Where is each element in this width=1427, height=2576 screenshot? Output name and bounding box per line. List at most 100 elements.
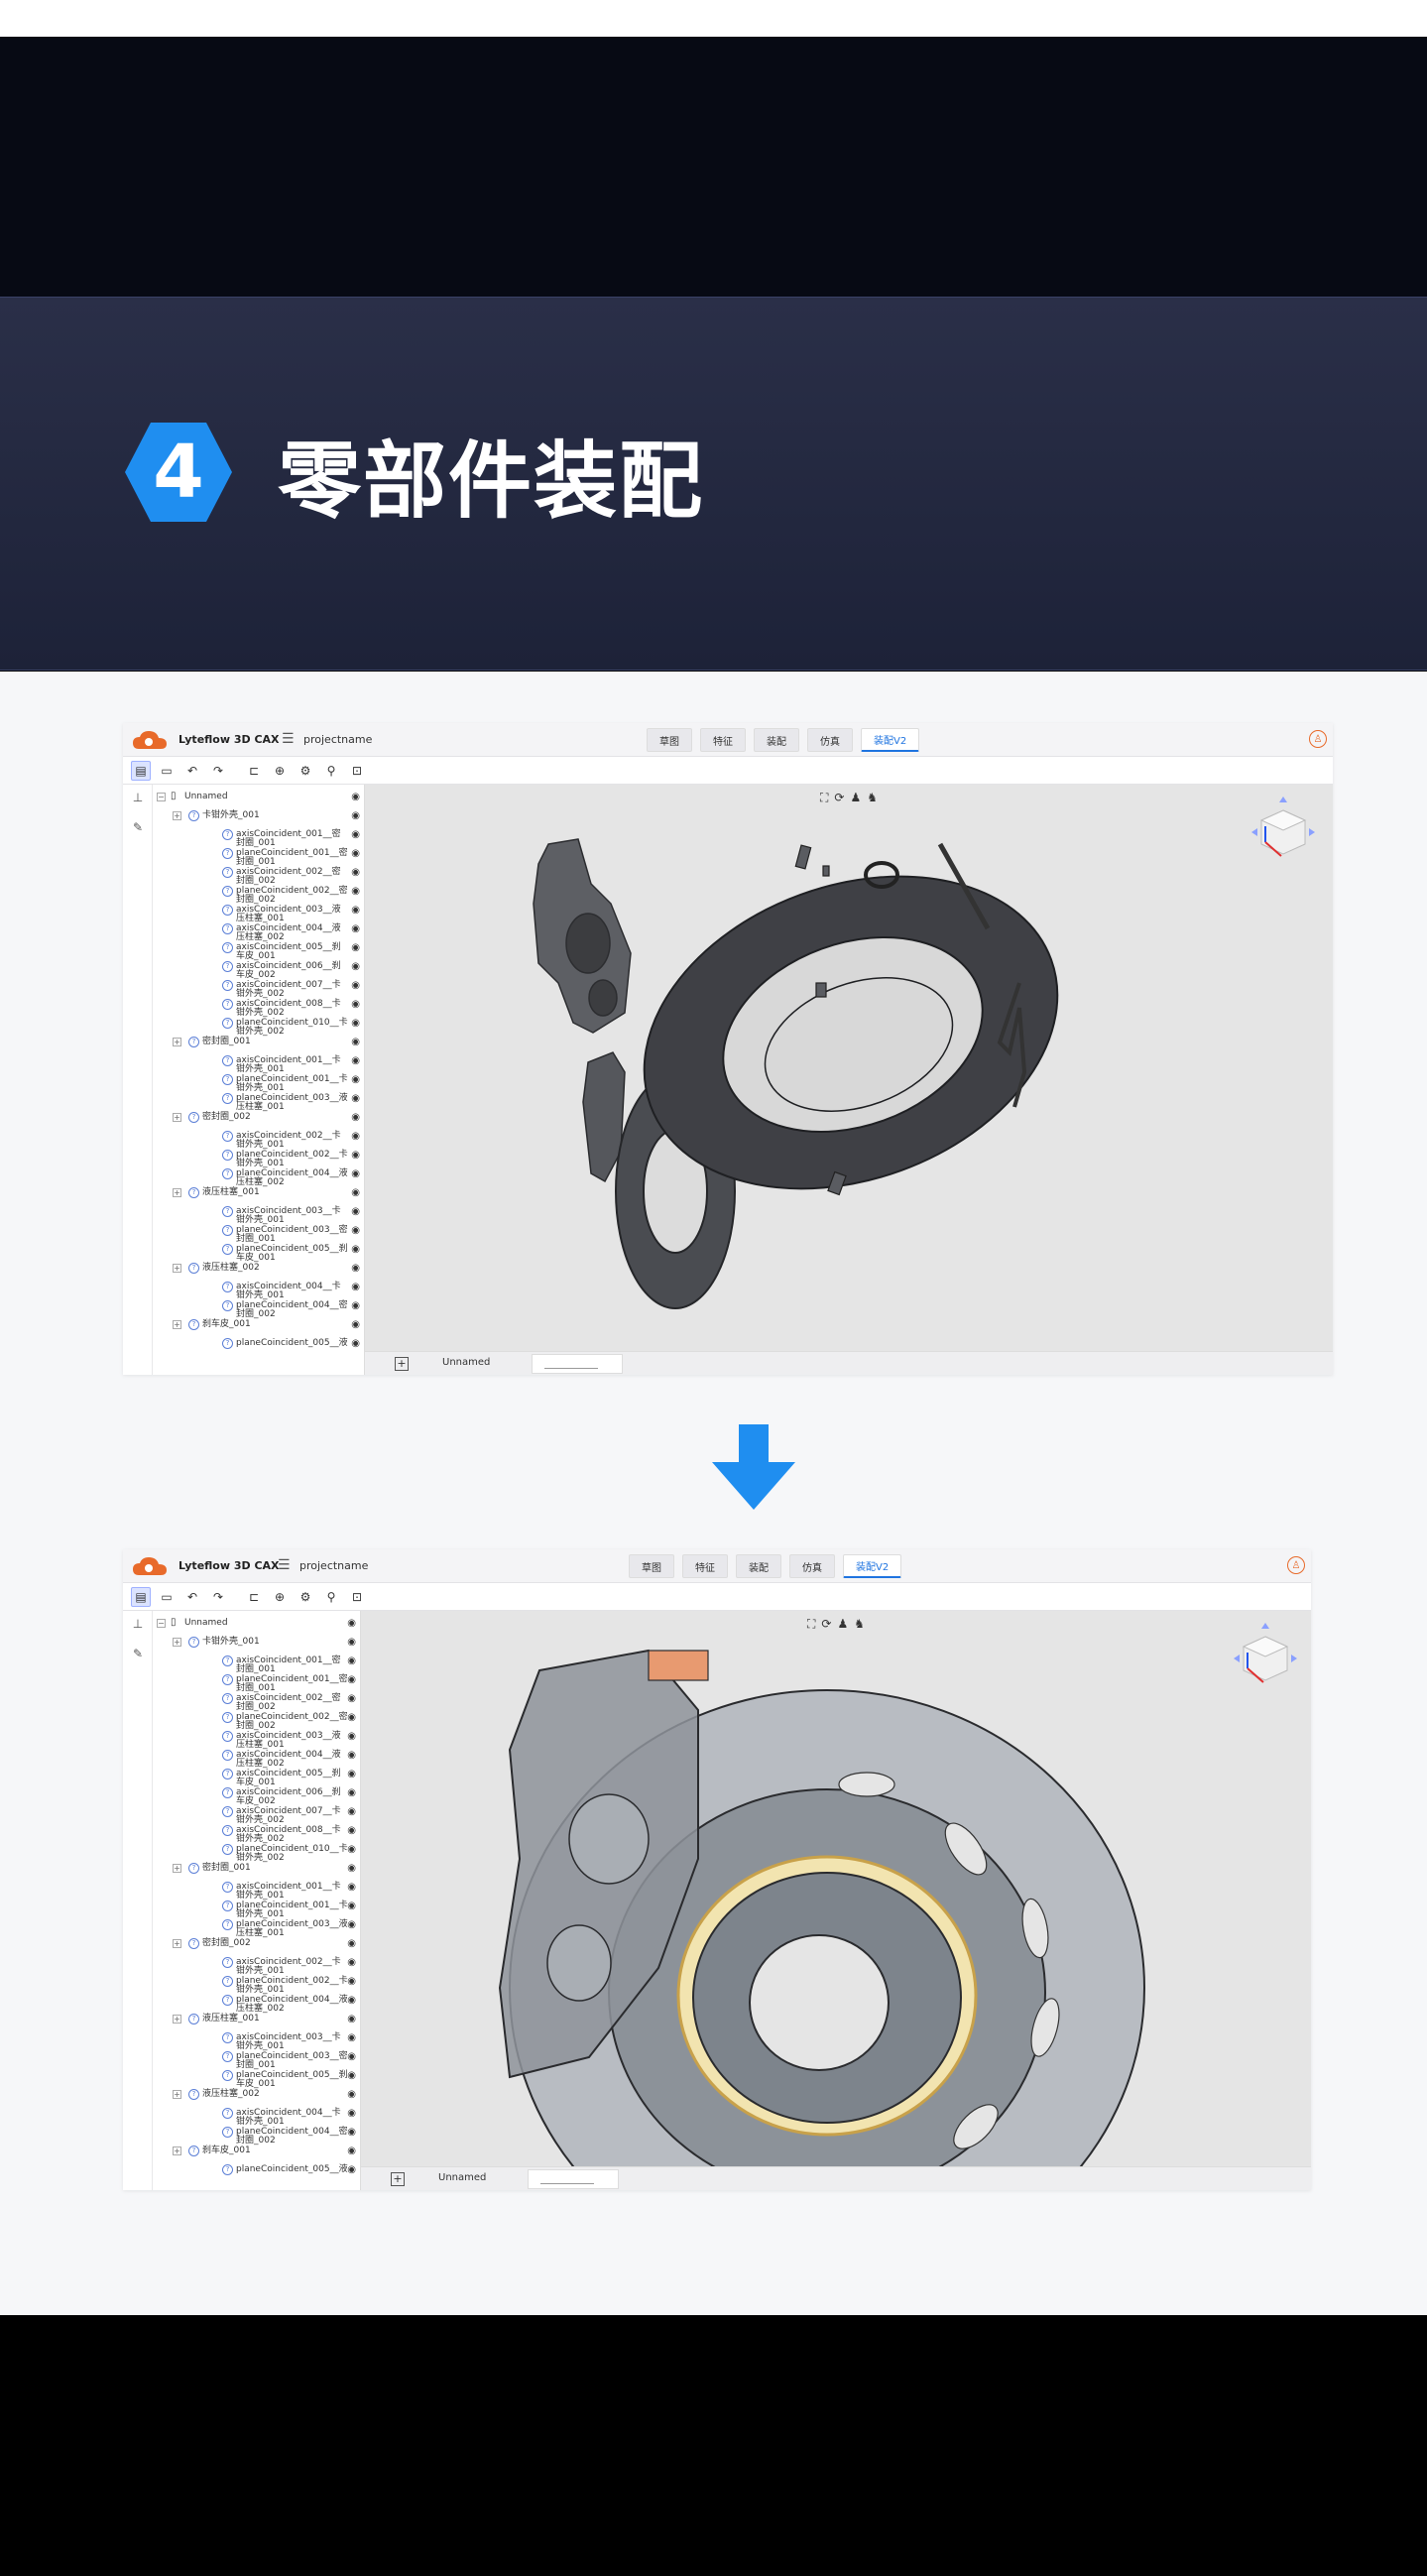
visibility-eye-icon[interactable]: ◉ xyxy=(347,1882,356,1893)
visibility-eye-icon[interactable]: ◉ xyxy=(351,1225,360,1236)
undo-icon[interactable]: ↶ xyxy=(182,1587,202,1607)
visibility-eye-icon[interactable]: ◉ xyxy=(351,829,360,840)
assembly-icon[interactable]: ⚙ xyxy=(296,1587,315,1607)
tree-constraint-row[interactable]: ? axisCoincident_004__液 压柱塞_002 ◉ xyxy=(153,1747,360,1769)
open-folder-icon[interactable]: ⊏ xyxy=(244,761,264,781)
constraint-icon[interactable]: ⚲ xyxy=(321,761,341,781)
tree-component-row[interactable]: +? 卡钳外壳_001 ◉ xyxy=(153,807,364,827)
visibility-eye-icon[interactable]: ◉ xyxy=(351,1018,360,1029)
expand-icon[interactable]: + xyxy=(173,2090,181,2099)
expand-icon[interactable]: + xyxy=(173,2015,181,2024)
visibility-eye-icon[interactable]: ◉ xyxy=(347,1618,356,1629)
expand-icon[interactable]: + xyxy=(173,811,181,820)
visibility-eye-icon[interactable]: ◉ xyxy=(351,942,360,953)
visibility-eye-icon[interactable]: ◉ xyxy=(347,1901,356,1911)
visibility-eye-icon[interactable]: ◉ xyxy=(347,1825,356,1836)
tree-constraint-row[interactable]: ? axisCoincident_003__卡 钳外壳_001 ◉ xyxy=(153,1203,364,1225)
visibility-eye-icon[interactable]: ◉ xyxy=(347,2164,356,2175)
user-avatar-icon[interactable]: ♙ xyxy=(1287,1556,1305,1574)
tree-constraint-row[interactable]: ? planeCoincident_002__卡 钳外壳_001 ◉ xyxy=(153,1147,364,1168)
tree-constraint-row[interactable]: ? axisCoincident_003__液 压柱塞_001 ◉ xyxy=(153,902,364,923)
tree-constraint-row[interactable]: ? axisCoincident_007__卡 钳外壳_002 ◉ xyxy=(153,977,364,999)
hamburger-menu-icon[interactable]: ☰ xyxy=(282,731,295,747)
new-file-icon[interactable]: ▤ xyxy=(131,1586,151,1607)
tree-constraint-row[interactable]: ? axisCoincident_002__卡 钳外壳_001 ◉ xyxy=(153,1954,360,1976)
tree-constraint-row[interactable]: ? axisCoincident_005__刹 车皮_001 ◉ xyxy=(153,1766,360,1787)
expand-icon[interactable]: + xyxy=(173,1638,181,1647)
tree-component-row[interactable]: +? 液压柱塞_001 ◉ xyxy=(153,1184,364,1204)
visibility-eye-icon[interactable]: ◉ xyxy=(351,1263,360,1274)
visibility-eye-icon[interactable]: ◉ xyxy=(351,1206,360,1217)
save-icon[interactable]: ▭ xyxy=(157,1587,177,1607)
tab-sketch[interactable]: 草图 xyxy=(629,1554,674,1578)
tree-constraint-row[interactable]: ? axisCoincident_003__液 压柱塞_001 ◉ xyxy=(153,1728,360,1750)
tab-assembly[interactable]: 装配 xyxy=(736,1554,781,1578)
tree-component-row[interactable]: +? 密封圈_002 ◉ xyxy=(153,1935,360,1955)
tree-root[interactable]: − ▯ Unnamed ◉ xyxy=(153,789,364,808)
tree-component-row[interactable]: +? 密封圈_002 ◉ xyxy=(153,1109,364,1129)
tree-constraint-row[interactable]: ? axisCoincident_004__卡 钳外壳_001 ◉ xyxy=(153,2105,360,2127)
tree-constraint-row[interactable]: ? planeCoincident_005__液 ◉ xyxy=(153,1335,364,1355)
snapshot-icon[interactable]: ⊡ xyxy=(347,761,367,781)
collapse-icon[interactable]: − xyxy=(157,793,166,801)
visibility-eye-icon[interactable]: ◉ xyxy=(347,1787,356,1798)
tab-feature[interactable]: 特征 xyxy=(700,728,746,752)
tree-constraint-row[interactable]: ? axisCoincident_004__卡 钳外壳_001 ◉ xyxy=(153,1279,364,1300)
visibility-eye-icon[interactable]: ◉ xyxy=(351,1319,360,1330)
tree-structure-icon[interactable]: ⊥ xyxy=(129,1617,147,1635)
tree-constraint-row[interactable]: ? planeCoincident_010__卡 钳外壳_002 ◉ xyxy=(153,1015,364,1037)
snapshot-icon[interactable]: ⊡ xyxy=(347,1587,367,1607)
tree-constraint-row[interactable]: ? axisCoincident_005__刹 车皮_001 ◉ xyxy=(153,939,364,961)
tree-constraint-row[interactable]: ? planeCoincident_010__卡 钳外壳_002 ◉ xyxy=(153,1841,360,1863)
visibility-eye-icon[interactable]: ◉ xyxy=(347,2014,356,2024)
visibility-eye-icon[interactable]: ◉ xyxy=(347,2070,356,2081)
tree-constraint-row[interactable]: ? axisCoincident_001__密 封圈_001 ◉ xyxy=(153,826,364,848)
insert-part-icon[interactable]: ⊕ xyxy=(270,1587,290,1607)
visibility-eye-icon[interactable]: ◉ xyxy=(347,1919,356,1930)
tree-component-row[interactable]: +? 液压柱塞_002 ◉ xyxy=(153,2086,360,2106)
tree-component-row[interactable]: +? 刹车皮_001 ◉ xyxy=(153,2143,360,2162)
visibility-eye-icon[interactable]: ◉ xyxy=(347,1674,356,1685)
tree-constraint-row[interactable]: ? planeCoincident_001__密 封圈_001 ◉ xyxy=(153,1671,360,1693)
new-file-icon[interactable]: ▤ xyxy=(131,760,151,781)
visibility-eye-icon[interactable]: ◉ xyxy=(351,961,360,972)
visibility-eye-icon[interactable]: ◉ xyxy=(347,1995,356,2006)
visibility-eye-icon[interactable]: ◉ xyxy=(347,2127,356,2138)
3d-viewport[interactable]: ⛶ ⟳ ♟ ♞ xyxy=(361,1611,1311,2166)
tree-constraint-row[interactable]: ? planeCoincident_001__卡 钳外壳_001 ◉ xyxy=(153,1071,364,1093)
visibility-eye-icon[interactable]: ◉ xyxy=(347,2146,356,2156)
visibility-eye-icon[interactable]: ◉ xyxy=(347,1693,356,1704)
collapse-icon[interactable]: − xyxy=(157,1619,166,1628)
tree-constraint-row[interactable]: ? axisCoincident_003__卡 钳外壳_001 ◉ xyxy=(153,2029,360,2051)
visibility-eye-icon[interactable]: ◉ xyxy=(351,1168,360,1179)
model-name-input[interactable] xyxy=(528,2169,619,2189)
visibility-eye-icon[interactable]: ◉ xyxy=(351,923,360,934)
visibility-eye-icon[interactable]: ◉ xyxy=(351,980,360,991)
tree-component-row[interactable]: +? 液压柱塞_001 ◉ xyxy=(153,2011,360,2030)
add-model-button[interactable]: + xyxy=(395,1357,409,1371)
tree-constraint-row[interactable]: ? axisCoincident_006__刹 车皮_002 ◉ xyxy=(153,1784,360,1806)
visibility-eye-icon[interactable]: ◉ xyxy=(351,810,360,821)
undo-icon[interactable]: ↶ xyxy=(182,761,202,781)
tree-constraint-row[interactable]: ? axisCoincident_002__卡 钳外壳_001 ◉ xyxy=(153,1128,364,1150)
visibility-eye-icon[interactable]: ◉ xyxy=(347,1750,356,1761)
tree-constraint-row[interactable]: ? planeCoincident_003__液 压柱塞_001 ◉ xyxy=(153,1916,360,1938)
visibility-eye-icon[interactable]: ◉ xyxy=(351,1244,360,1255)
expand-icon[interactable]: + xyxy=(173,1038,181,1046)
visibility-eye-icon[interactable]: ◉ xyxy=(351,1282,360,1292)
tree-constraint-row[interactable]: ? axisCoincident_008__卡 钳外壳_002 ◉ xyxy=(153,996,364,1018)
tab-sketch[interactable]: 草图 xyxy=(647,728,692,752)
tree-root[interactable]: − ▯ Unnamed ◉ xyxy=(153,1615,360,1635)
tab-assembly-v2[interactable]: 装配V2 xyxy=(843,1554,902,1578)
expand-icon[interactable]: + xyxy=(173,1264,181,1273)
visibility-eye-icon[interactable]: ◉ xyxy=(347,2051,356,2062)
expand-icon[interactable]: + xyxy=(173,1188,181,1197)
tree-constraint-row[interactable]: ? planeCoincident_002__密 封圈_002 ◉ xyxy=(153,1709,360,1731)
visibility-eye-icon[interactable]: ◉ xyxy=(351,1055,360,1066)
redo-icon[interactable]: ↷ xyxy=(208,1587,228,1607)
visibility-eye-icon[interactable]: ◉ xyxy=(347,1938,356,1949)
visibility-eye-icon[interactable]: ◉ xyxy=(351,792,360,802)
tree-constraint-row[interactable]: ? planeCoincident_003__液 压柱塞_001 ◉ xyxy=(153,1090,364,1112)
tree-constraint-row[interactable]: ? axisCoincident_008__卡 钳外壳_002 ◉ xyxy=(153,1822,360,1844)
visibility-eye-icon[interactable]: ◉ xyxy=(347,1769,356,1779)
